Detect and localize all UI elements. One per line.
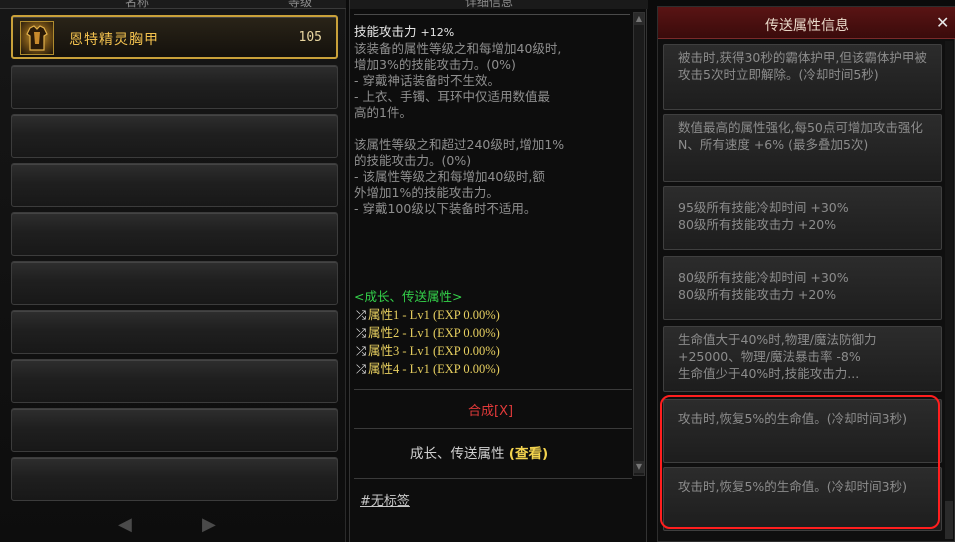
attributes-scrollbar[interactable] [945,41,953,539]
view-growth-button[interactable]: (查看) [509,446,548,462]
list-item-empty[interactable] [11,212,338,256]
skill-bonus: +12% [420,26,455,39]
shuffle-icon: ⤮ [356,343,367,358]
desc-line: 该属性等级之和超过240级时,增加1% [354,137,565,152]
list-item-empty[interactable] [11,114,338,158]
shuffle-icon: ⤮ [356,361,367,376]
growth-view-label: 成长、传送属性 [410,446,505,462]
next-page-button[interactable]: ▶ [202,514,216,535]
list-item-empty[interactable] [11,65,338,109]
list-item-empty[interactable] [11,261,338,305]
list-header: 名称 等级 [0,0,346,9]
tag-link[interactable]: #无标签 [360,490,410,509]
divider [354,389,632,390]
growth-view-row: 成长、传送属性 (查看) [410,442,548,462]
desc-line: - 上衣、手镯、耳环中仅适用数值最 [354,89,550,104]
scroll-down-icon[interactable]: ▼ [634,461,644,473]
detail-scrollbar[interactable]: ▲ ▼ [633,12,645,476]
skill-title: 技能攻击力 [354,24,417,39]
panel-header: 传送属性信息 ✕ [658,7,955,39]
close-icon[interactable]: ✕ [936,13,949,32]
item-name: 恩特精灵胸甲 [69,32,159,48]
list-item-empty[interactable] [11,310,338,354]
desc-line: - 穿戴神话装备时不生效。 [354,73,500,88]
list-item-empty[interactable] [11,359,338,403]
highlight-annotation [660,395,940,529]
desc-line: - 穿戴100级以下装备时不适用。 [354,201,537,216]
shuffle-icon: ⤮ [356,325,367,340]
item-level: 105 [298,30,322,45]
detail-header-title: 详细信息 [465,0,514,9]
armor-icon [20,21,54,55]
attribute-line: ⤮ 属性2 - Lv1 (EXP 0.00%) [356,325,500,340]
desc-line: 外增加1%的技能攻击力。 [354,185,499,200]
item-detail-panel: 详细信息 技能攻击力 +12% 该装备的属性等级之和每增加40级时, 增加3%的… [349,0,648,542]
prev-page-button[interactable]: ◀ [118,514,132,535]
scrollbar-thumb[interactable] [945,501,953,539]
divider [354,428,632,429]
list-item-selected[interactable]: 恩特精灵胸甲 105 [11,15,338,59]
skill-description: 技能攻击力 +12% 该装备的属性等级之和每增加40级时, 增加3%的技能攻击力… [354,24,624,217]
list-item-empty[interactable] [11,408,338,452]
desc-line: 的技能攻击力。(0%) [354,153,472,168]
list-item-empty[interactable] [11,163,338,207]
attribute-card[interactable]: 80级所有技能冷却时间 +30% 80级所有技能攻击力 +20% [663,256,942,320]
attribute-card[interactable]: 生命值大于40%时,物理/魔法防御力 +25000、物理/魔法暴击率 -8% 生… [663,326,942,392]
attribute-line: ⤮ 属性3 - Lv1 (EXP 0.00%) [356,343,500,358]
panel-title: 传送属性信息 [765,18,849,34]
desc-line: 增加3%的技能攻击力。(0%) [354,57,516,72]
column-level-header: 等级 [288,0,313,9]
desc-line: 高的1件。 [354,105,412,120]
detail-header: 详细信息 [350,0,648,9]
scroll-up-icon[interactable]: ▲ [634,13,644,25]
item-list-panel: 名称 等级 恩特精灵胸甲 105 ◀ ▶ [0,0,346,542]
desc-blank-line [354,121,624,137]
list-item-empty[interactable] [11,457,338,501]
shuffle-icon: ⤮ [356,307,367,322]
synthesis-link[interactable]: 合成[X] [468,400,513,419]
attribute-card[interactable]: 数值最高的属性强化,每50点可增加攻击强化 N、所有速度 +6% (最多叠加5次… [663,114,942,182]
attribute-line: ⤮ 属性1 - Lv1 (EXP 0.00%) [356,307,500,322]
desc-line: 该装备的属性等级之和每增加40级时, [354,41,562,56]
desc-line: - 该属性等级之和每增加40级时,额 [354,169,545,184]
attribute-card[interactable]: 95级所有技能冷却时间 +30% 80级所有技能攻击力 +20% [663,186,942,250]
column-name-header: 名称 [125,0,150,9]
attribute-line: ⤮ 属性4 - Lv1 (EXP 0.00%) [356,361,500,376]
attribute-card[interactable]: 被击时,获得30秒的霸体护甲,但该霸体护甲被攻击5次时立即解除。(冷却时间5秒) [663,44,942,110]
growth-attributes-title: <成长、传送属性> [354,289,463,304]
divider [354,478,632,479]
